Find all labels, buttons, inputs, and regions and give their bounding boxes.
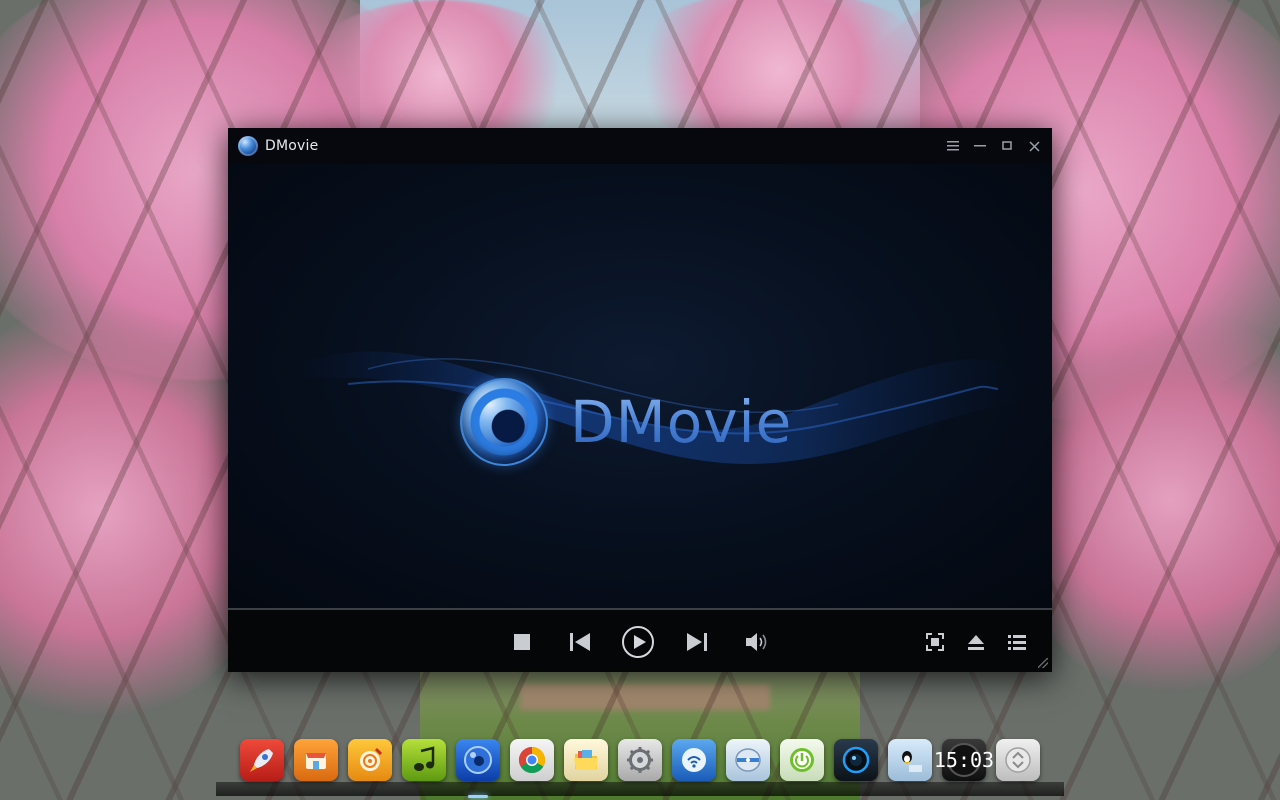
volume-button[interactable] bbox=[742, 630, 772, 654]
dock-trash[interactable] bbox=[996, 739, 1040, 781]
previous-icon bbox=[570, 633, 590, 651]
dmovie-icon bbox=[464, 746, 492, 774]
network-icon bbox=[682, 748, 706, 772]
power-icon bbox=[790, 748, 814, 772]
window-title: DMovie bbox=[265, 138, 319, 154]
dock-clock[interactable]: 15:03 bbox=[934, 739, 994, 781]
dock-launcher[interactable] bbox=[240, 739, 284, 781]
music-icon bbox=[360, 747, 383, 771]
dock-settings[interactable] bbox=[618, 739, 662, 781]
dmovie-logo-icon bbox=[460, 378, 548, 466]
fullscreen-button[interactable] bbox=[922, 630, 948, 654]
fullscreen-icon bbox=[926, 633, 944, 651]
next-button[interactable] bbox=[683, 630, 711, 654]
next-icon bbox=[687, 633, 707, 651]
control-bar bbox=[228, 610, 1052, 672]
clock-icon: 15:03 bbox=[934, 743, 994, 777]
playlist-icon bbox=[1008, 635, 1026, 650]
titlebar[interactable]: DMovie bbox=[228, 128, 1052, 164]
dock-disk[interactable] bbox=[726, 739, 770, 781]
dock-camera[interactable] bbox=[834, 739, 878, 781]
maximize-button[interactable] bbox=[997, 136, 1017, 156]
window-controls bbox=[943, 136, 1044, 156]
minimize-icon bbox=[974, 145, 986, 147]
dock-file-manager[interactable] bbox=[564, 739, 608, 781]
dock-running-indicator bbox=[468, 795, 488, 798]
dock-qq[interactable] bbox=[888, 739, 932, 781]
dmovie-window: DMovie DMovie bbox=[228, 128, 1052, 672]
play-button[interactable] bbox=[620, 624, 656, 660]
folder-icon bbox=[574, 750, 598, 770]
stop-icon bbox=[514, 634, 530, 650]
disk-icon bbox=[735, 748, 761, 772]
close-icon bbox=[1028, 140, 1040, 152]
dock-dmovie[interactable] bbox=[456, 739, 500, 781]
playlist-button[interactable] bbox=[1004, 630, 1030, 654]
maximize-icon bbox=[1002, 141, 1012, 150]
stop-button[interactable] bbox=[508, 630, 536, 654]
dock-store[interactable] bbox=[294, 739, 338, 781]
close-button[interactable] bbox=[1024, 136, 1044, 156]
menu-icon bbox=[947, 141, 959, 151]
dock-music-app[interactable] bbox=[402, 739, 446, 781]
rocket-icon bbox=[250, 749, 273, 772]
logo-text: DMovie bbox=[570, 388, 793, 456]
dock-music-player[interactable] bbox=[348, 739, 392, 781]
gear-icon bbox=[627, 747, 653, 773]
dock-network[interactable] bbox=[672, 739, 716, 781]
dmovie-logo: DMovie bbox=[460, 378, 792, 466]
video-area[interactable]: DMovie bbox=[228, 164, 1052, 608]
volume-icon bbox=[746, 633, 767, 651]
play-icon bbox=[622, 626, 654, 658]
penguin-icon bbox=[902, 751, 922, 772]
chrome-icon bbox=[518, 746, 546, 774]
dock-power[interactable] bbox=[780, 739, 824, 781]
store-icon bbox=[306, 753, 326, 769]
resize-grip[interactable] bbox=[1038, 658, 1048, 668]
eject-icon bbox=[968, 635, 984, 650]
clock-time: 15:03 bbox=[933, 748, 995, 772]
previous-button[interactable] bbox=[566, 630, 594, 654]
dmovie-app-icon bbox=[238, 136, 258, 156]
camera-icon bbox=[842, 746, 870, 774]
dock-chrome[interactable] bbox=[510, 739, 554, 781]
trash-icon bbox=[1005, 747, 1031, 773]
minimize-button[interactable] bbox=[970, 136, 990, 156]
menu-button[interactable] bbox=[943, 136, 963, 156]
dock-shelf bbox=[216, 782, 1064, 796]
music-note-icon bbox=[414, 746, 435, 771]
eject-button[interactable] bbox=[963, 630, 989, 654]
